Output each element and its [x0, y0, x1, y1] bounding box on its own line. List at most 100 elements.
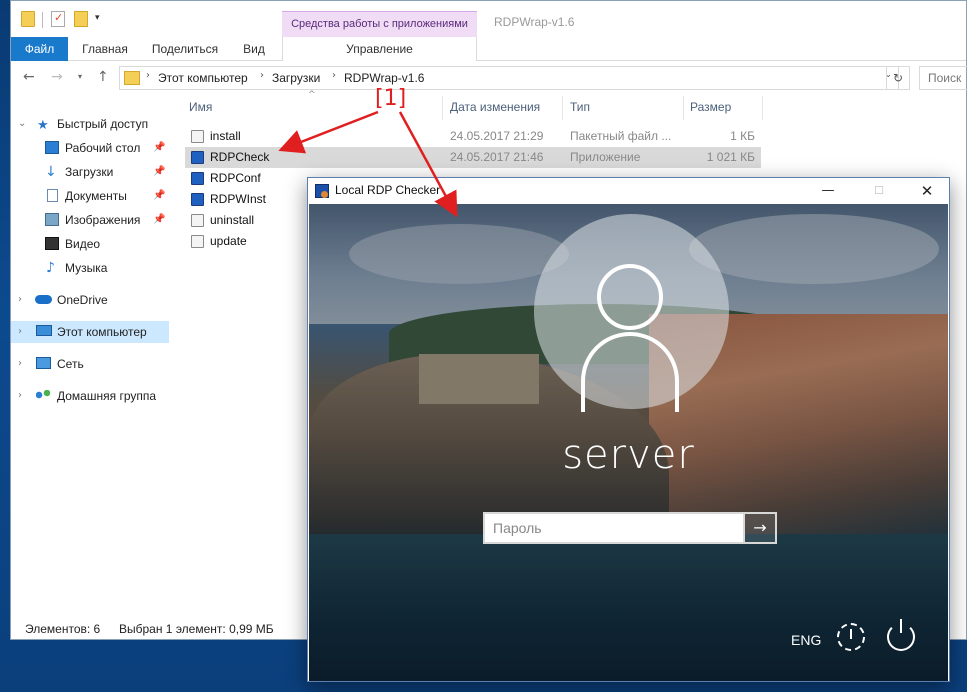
file-name: RDPWInst	[210, 192, 267, 206]
sidebar-item-label: Загрузки	[65, 165, 114, 179]
breadcrumb-separator-icon[interactable]: ›	[146, 70, 150, 81]
tab-home[interactable]: Главная	[80, 37, 130, 61]
tab-view[interactable]: Вид	[239, 37, 269, 61]
chevron-down-icon[interactable]: ⌄	[18, 113, 26, 135]
pin-icon[interactable]: 📌	[153, 161, 165, 183]
file-date: 24.05.2017 21:46	[450, 150, 544, 164]
computer-icon	[36, 325, 52, 336]
file-name: install	[210, 129, 241, 143]
sidebar-item-desktop[interactable]: Рабочий стол 📌	[11, 137, 169, 159]
column-header-type[interactable]: Тип	[570, 96, 590, 118]
file-type: Пакетный файл ...	[570, 129, 672, 143]
file-type: Приложение	[570, 150, 641, 164]
pin-icon[interactable]: 📌	[153, 185, 165, 207]
column-header-size[interactable]: Размер	[690, 96, 731, 118]
divider[interactable]	[683, 96, 684, 120]
sidebar-item-label: Изображения	[65, 213, 141, 227]
title-bar: Local RDP Checker — ☐ ✕	[308, 178, 949, 204]
folder-icon[interactable]	[21, 11, 35, 27]
selection-info: Выбран 1 элемент: 0,99 МБ	[119, 622, 274, 636]
sidebar-item-label: Сеть	[57, 357, 84, 371]
sidebar-item-label: Быстрый доступ	[57, 117, 149, 131]
pictures-icon	[45, 213, 59, 226]
address-bar[interactable]: › Этот компьютер › Загрузки › RDPWrap-v1…	[119, 66, 899, 90]
divider[interactable]	[562, 96, 563, 120]
column-header-date[interactable]: Дата изменения	[450, 96, 540, 118]
language-indicator[interactable]: ENG	[791, 632, 821, 648]
file-name: uninstall	[210, 213, 255, 227]
ease-of-access-icon[interactable]	[837, 623, 865, 651]
customize-quick-access-icon[interactable]: ▾	[95, 13, 100, 23]
sidebar-item-video[interactable]: Видео	[11, 233, 169, 255]
chevron-right-icon[interactable]: ›	[18, 289, 22, 311]
refresh-icon[interactable]: ↻	[886, 66, 910, 90]
sidebar-item-music[interactable]: ♪ Музыка	[11, 257, 169, 279]
password-field[interactable]	[483, 512, 745, 544]
sidebar-item-label: OneDrive	[57, 293, 108, 307]
column-header-name[interactable]: Имя	[189, 96, 212, 118]
chevron-right-icon[interactable]: ›	[18, 321, 22, 343]
address-row: ← → ▾ ↑ › Этот компьютер › Загрузки › RD…	[11, 62, 967, 94]
sidebar-item-network[interactable]: › Сеть	[11, 353, 169, 375]
contextual-tab-header: Средства работы с приложениями	[282, 11, 477, 37]
file-name: RDPCheck	[210, 150, 270, 164]
homegroup-icon	[36, 390, 50, 400]
sidebar-item-pictures[interactable]: Изображения 📌	[11, 209, 169, 231]
sidebar-item-onedrive[interactable]: › OneDrive	[11, 289, 169, 311]
tab-file[interactable]: Файл	[11, 37, 68, 61]
onedrive-icon	[35, 295, 52, 304]
documents-icon	[47, 189, 58, 202]
close-button[interactable]: ✕	[904, 180, 950, 202]
item-count: Элементов: 6	[25, 622, 101, 636]
application-icon	[191, 172, 204, 185]
minimize-button[interactable]: —	[805, 180, 851, 202]
network-icon	[36, 357, 51, 369]
pin-icon[interactable]: 📌	[153, 137, 165, 159]
breadcrumb-this-pc[interactable]: Этот компьютер	[158, 71, 248, 85]
annotation-label: [1]	[375, 86, 407, 111]
star-icon: ★	[37, 117, 49, 132]
tab-share[interactable]: Поделиться	[151, 37, 219, 61]
sidebar-item-homegroup[interactable]: › Домашняя группа	[11, 385, 169, 407]
breadcrumb-rdpwrap[interactable]: RDPWrap-v1.6	[344, 71, 424, 85]
divider[interactable]	[442, 96, 443, 120]
breadcrumb-separator-icon[interactable]: ›	[332, 70, 336, 81]
table-row[interactable]: RDPCheck 24.05.2017 21:46 Приложение 1 0…	[185, 147, 761, 168]
tab-manage[interactable]: Управление	[282, 37, 477, 61]
search-input[interactable]: Поиск	[919, 66, 967, 90]
sidebar-item-downloads[interactable]: ↓ Загрузки 📌	[11, 161, 169, 183]
submit-arrow-button[interactable]: →	[745, 512, 777, 544]
file-name: update	[210, 234, 247, 248]
back-icon[interactable]: ←	[23, 69, 35, 85]
file-size: 1 021 КБ	[706, 150, 755, 164]
power-icon[interactable]	[887, 619, 915, 651]
sidebar-item-label: Документы	[65, 189, 127, 203]
forward-icon[interactable]: →	[51, 69, 63, 85]
title-bar: ▾ Средства работы с приложениями RDPWrap…	[11, 1, 966, 37]
desktop-icon	[45, 141, 59, 154]
divider[interactable]	[762, 96, 763, 120]
pin-icon[interactable]: 📌	[153, 209, 165, 231]
sidebar-item-label: Рабочий стол	[65, 141, 141, 155]
sidebar-item-quick-access[interactable]: ⌄ ★ Быстрый доступ	[11, 113, 169, 135]
chevron-right-icon[interactable]: ›	[18, 385, 22, 407]
sidebar-item-this-pc[interactable]: › Этот компьютер	[11, 321, 169, 343]
table-row[interactable]: install 24.05.2017 21:29 Пакетный файл .…	[185, 126, 761, 147]
remote-login-screen: server → ENG	[309, 204, 948, 681]
breadcrumb-downloads[interactable]: Загрузки	[272, 71, 320, 85]
sidebar-item-label: Музыка	[65, 261, 108, 275]
music-icon: ♪	[46, 260, 55, 276]
video-icon	[45, 237, 59, 250]
breadcrumb-separator-icon[interactable]: ›	[260, 70, 264, 81]
sidebar-item-documents[interactable]: Документы 📌	[11, 185, 169, 207]
maximize-button[interactable]: ☐	[856, 180, 902, 202]
divider	[42, 12, 43, 28]
rdp-app-icon	[315, 184, 329, 198]
sort-ascending-icon: ^	[308, 90, 316, 100]
properties-icon[interactable]	[51, 11, 65, 27]
chevron-right-icon[interactable]: ›	[18, 353, 22, 375]
up-icon[interactable]: ↑	[97, 69, 109, 85]
batch-file-icon	[191, 130, 204, 143]
new-folder-icon[interactable]	[74, 11, 88, 27]
recent-locations-icon[interactable]: ▾	[78, 72, 82, 81]
